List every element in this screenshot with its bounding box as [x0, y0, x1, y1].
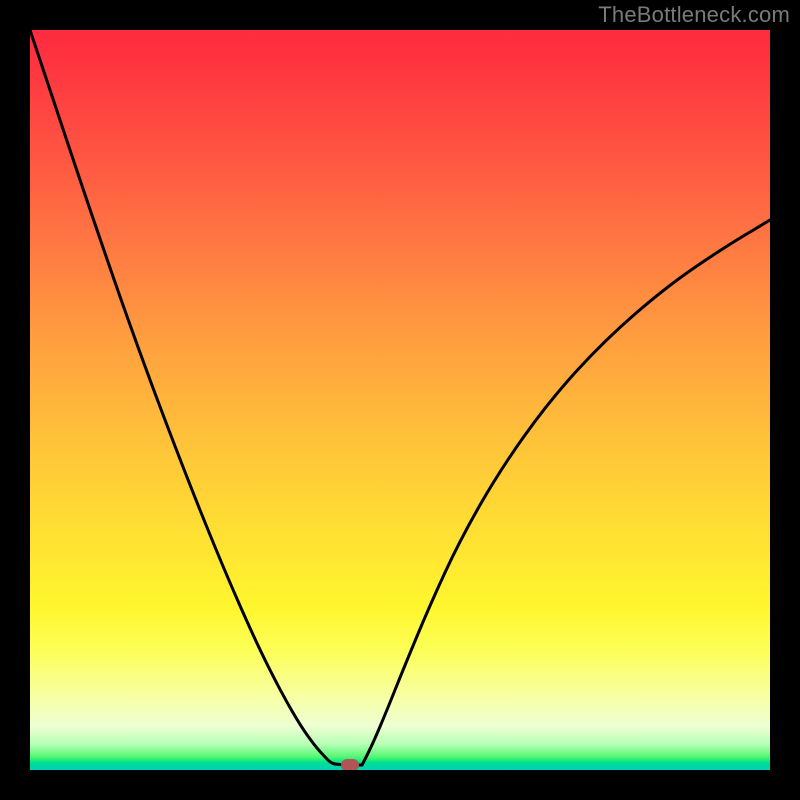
plot-area — [30, 30, 770, 770]
watermark-text: TheBottleneck.com — [598, 2, 790, 28]
optimal-point-marker — [341, 759, 359, 770]
curve-left-branch — [30, 30, 335, 764]
chart-frame: TheBottleneck.com — [0, 0, 800, 800]
bottleneck-curve — [30, 30, 770, 770]
curve-right-branch — [362, 220, 770, 765]
